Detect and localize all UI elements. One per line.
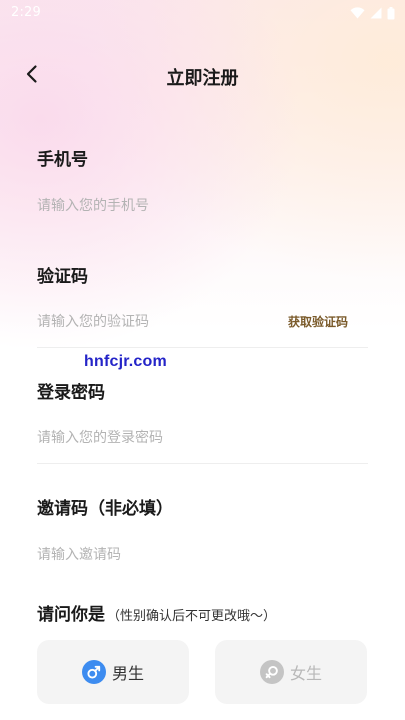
gender-question: 请问你是 （性别确认后不可更改哦～） — [37, 600, 276, 625]
get-code-button[interactable]: 获取验证码 — [288, 313, 348, 330]
wifi-icon — [350, 7, 365, 19]
password-input[interactable] — [37, 412, 368, 463]
male-icon — [81, 660, 106, 684]
battery-icon — [387, 6, 395, 19]
status-time: 2:29 — [11, 5, 41, 20]
cell-signal-icon — [370, 7, 382, 19]
page-title: 立即注册 — [166, 68, 239, 89]
password-field-wrapper — [37, 412, 368, 464]
male-button[interactable]: 男生 — [37, 640, 189, 704]
code-field-wrapper: 获取验证码 — [37, 296, 368, 348]
gender-question-text: 请问你是 — [37, 605, 105, 625]
invite-input[interactable] — [37, 529, 368, 581]
code-label: 验证码 — [37, 267, 88, 287]
phone-input[interactable] — [37, 180, 368, 232]
male-label: 男生 — [111, 664, 144, 683]
gender-hint: （性别确认后不可更改哦～） — [107, 609, 277, 624]
phone-field-wrapper — [37, 180, 368, 232]
phone-label: 手机号 — [37, 150, 88, 170]
password-label: 登录密码 — [37, 383, 105, 403]
status-icons — [350, 6, 395, 20]
status-bar: 2:29 — [0, 0, 405, 26]
watermark: hnfcjr.com — [84, 353, 167, 370]
code-input[interactable] — [37, 296, 267, 347]
female-icon — [259, 660, 284, 684]
invite-label: 邀请码（非必填） — [37, 499, 173, 519]
invite-field-wrapper — [37, 529, 368, 581]
female-button[interactable]: 女生 — [215, 640, 367, 704]
female-label: 女生 — [289, 664, 322, 683]
